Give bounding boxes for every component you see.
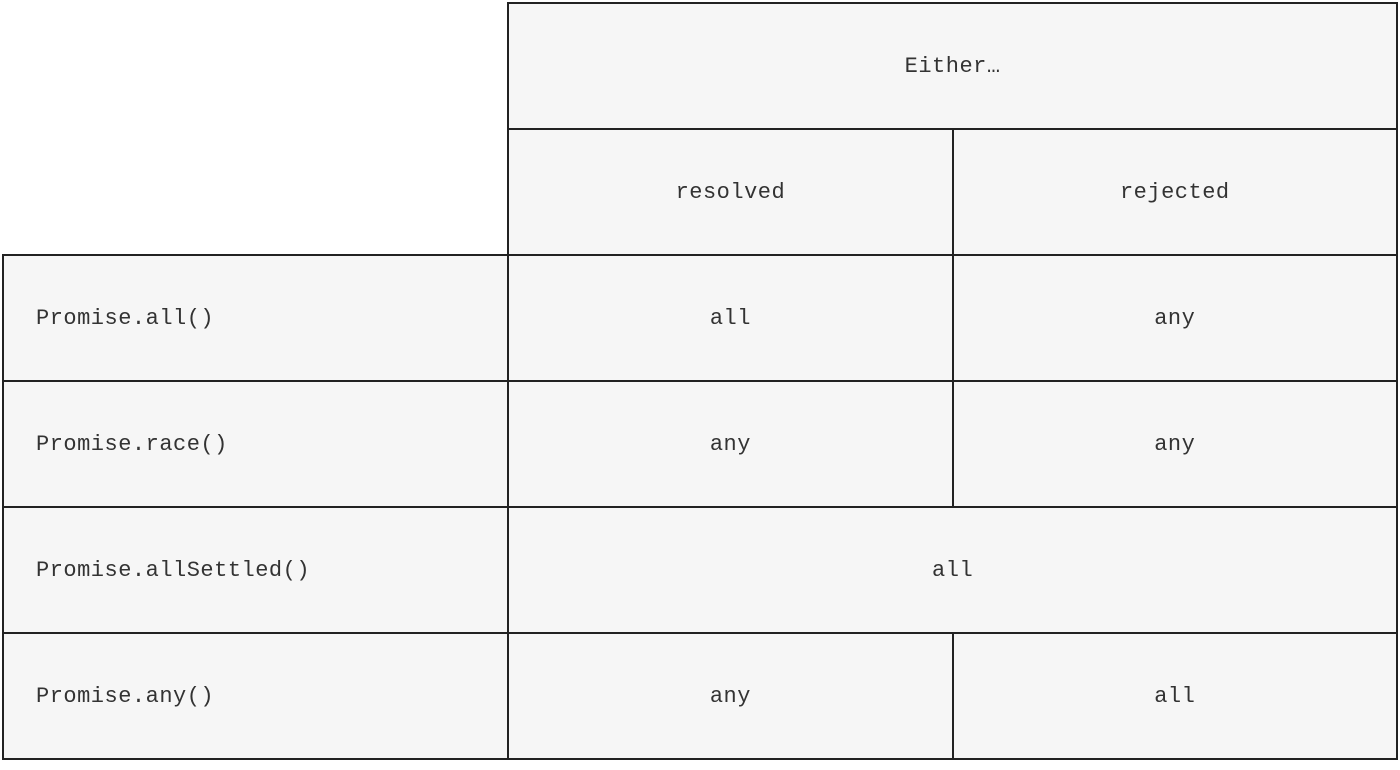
table-row: Promise.race() any any	[3, 381, 1397, 507]
column-header-resolved: resolved	[508, 129, 952, 255]
cell-resolved: any	[508, 381, 952, 507]
table-row: Promise.allSettled() all	[3, 507, 1397, 633]
table-row: Promise.any() any all	[3, 633, 1397, 759]
table-row: Promise.all() all any	[3, 255, 1397, 381]
top-header: Either…	[508, 3, 1397, 129]
row-label: Promise.any()	[3, 633, 508, 759]
row-label: Promise.all()	[3, 255, 508, 381]
row-label: Promise.allSettled()	[3, 507, 508, 633]
cell-rejected: all	[953, 633, 1397, 759]
cell-rejected: any	[953, 255, 1397, 381]
cell-resolved: all	[508, 255, 952, 381]
cell-merged: all	[508, 507, 1397, 633]
blank-cell	[3, 3, 508, 129]
blank-cell	[3, 129, 508, 255]
column-header-rejected: rejected	[953, 129, 1397, 255]
cell-rejected: any	[953, 381, 1397, 507]
promise-combinators-table: Either… resolved rejected Promise.all() …	[2, 2, 1398, 760]
row-label: Promise.race()	[3, 381, 508, 507]
cell-resolved: any	[508, 633, 952, 759]
